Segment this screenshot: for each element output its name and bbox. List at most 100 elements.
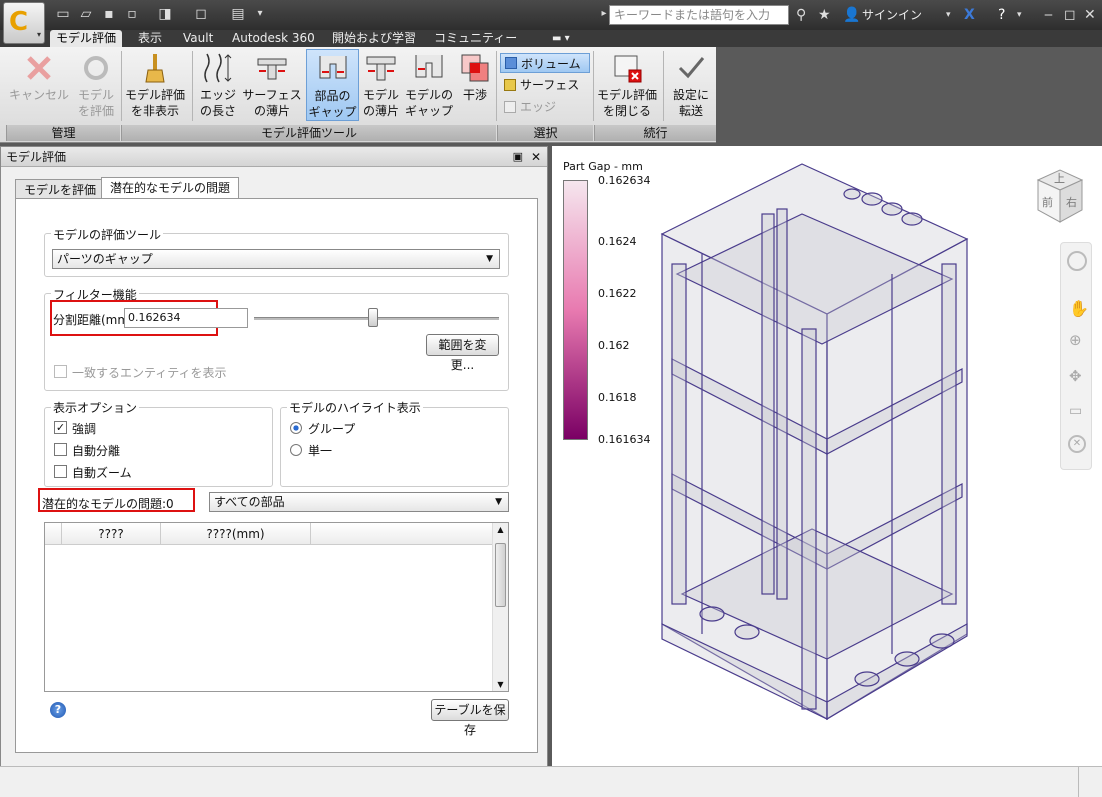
orbit-icon[interactable]: ✥: [1069, 367, 1082, 385]
tab-model-evaluation[interactable]: モデル評価: [50, 30, 123, 47]
legend-tick-3: 0.1622: [598, 287, 637, 300]
table-scrollbar[interactable]: ▲ ▼: [492, 523, 508, 691]
scroll-up-icon[interactable]: ▲: [493, 525, 508, 534]
properties-icon[interactable]: ▤: [230, 6, 246, 22]
model-thin-button[interactable]: モデル の薄片: [361, 49, 401, 121]
zoom-icon[interactable]: ⊕: [1069, 331, 1082, 349]
edge-length-icon: [204, 53, 232, 83]
parts-filter-select[interactable]: すべての部品 ▼: [209, 492, 509, 512]
part-icon[interactable]: ◨: [157, 6, 173, 22]
transfer-to-settings-button[interactable]: 設定に 転送: [668, 49, 714, 121]
legend-tick-1: 0.162634: [598, 174, 651, 187]
column-header-1[interactable]: ????: [61, 523, 161, 545]
panel-manage-label: 管理: [6, 125, 120, 141]
show-matching-label: 一致するエンティティを表示: [72, 366, 227, 380]
split-distance-input[interactable]: 0.162634: [124, 308, 248, 328]
split-distance-slider-thumb[interactable]: [367, 308, 378, 327]
minimize-icon[interactable]: ‒: [1044, 6, 1053, 24]
qat-dropdown-icon[interactable]: ▾: [252, 6, 268, 22]
model-thin-icon: [366, 56, 396, 81]
emphasis-checkbox[interactable]: ✓: [54, 421, 67, 434]
model-gap-icon: [415, 55, 443, 78]
ribbon-options-icon[interactable]: ▬ ▾: [546, 30, 576, 47]
evaluation-tool-title: モデルの評価ツール: [51, 226, 164, 243]
column-header-2[interactable]: ????(mm): [161, 523, 311, 545]
favorites-star-icon[interactable]: ★: [818, 6, 831, 24]
cancel-button[interactable]: キャンセル: [6, 49, 72, 121]
interference-icon: [461, 54, 489, 82]
save-as-icon[interactable]: ▫: [124, 6, 140, 22]
scroll-down-icon[interactable]: ▼: [493, 680, 508, 689]
part-gap-icon: [319, 56, 346, 79]
evaluate-model-button[interactable]: モデル を評価: [72, 49, 120, 121]
dropdown-arrow-icon: ▼: [486, 254, 493, 264]
legend-colorbar: [563, 180, 588, 440]
save-icon[interactable]: ▪: [101, 6, 117, 22]
tab-evaluate-model[interactable]: モデルを評価: [15, 179, 106, 199]
interference-button[interactable]: 干渉: [457, 49, 493, 121]
view-cube[interactable]: 上 前 右: [1030, 166, 1092, 226]
table-header: ???? ????(mm): [45, 523, 493, 545]
show-matching-checkbox[interactable]: [54, 365, 67, 378]
select-edge-button[interactable]: エッジ: [500, 97, 590, 117]
auto-separate-checkbox[interactable]: [54, 443, 67, 456]
signin-dropdown-icon[interactable]: ▾: [946, 6, 951, 24]
binoculars-icon[interactable]: ⚲: [796, 6, 806, 24]
part-gap-button[interactable]: 部品の ギャップ: [306, 49, 359, 121]
highlight-single-radio[interactable]: [290, 444, 302, 456]
auto-zoom-label: 自動ズーム: [72, 466, 132, 480]
save-table-button[interactable]: テーブルを保存: [431, 699, 509, 737]
scrollbar-thumb[interactable]: [495, 543, 506, 607]
tab-vault[interactable]: Vault: [177, 30, 219, 47]
panel-title: モデル評価: [6, 150, 67, 164]
tab-autodesk-360[interactable]: Autodesk 360: [226, 30, 321, 47]
select-volume-button[interactable]: ボリューム: [500, 53, 590, 73]
open-icon[interactable]: ▱: [78, 6, 94, 22]
float-panel-icon[interactable]: ▣: [513, 147, 523, 167]
tab-potential-issues[interactable]: 潜在的なモデルの問題: [101, 177, 240, 199]
application-menu-button[interactable]: C ▾: [3, 2, 45, 44]
model-gap-button[interactable]: モデルの ギャップ: [403, 49, 455, 121]
issues-table: ???? ????(mm) ▲ ▼: [44, 522, 509, 692]
search-input[interactable]: キーワードまたは語句を入力: [609, 5, 789, 25]
user-icon: 👤: [843, 7, 861, 23]
look-at-icon[interactable]: ▭: [1069, 403, 1082, 419]
close-evaluation-button[interactable]: モデル評価 を閉じる: [595, 49, 659, 121]
pan-hand-icon[interactable]: ✋: [1069, 299, 1089, 318]
auto-zoom-checkbox[interactable]: [54, 465, 67, 478]
highlight-group-radio[interactable]: [290, 422, 302, 434]
help-dropdown-icon[interactable]: ▾: [1017, 6, 1022, 24]
tab-view[interactable]: 表示: [132, 30, 168, 47]
signin-button[interactable]: サインイン: [862, 6, 922, 24]
cabinet-model[interactable]: [652, 154, 982, 729]
tab-community[interactable]: コミュニティー: [428, 30, 523, 47]
show-motion-icon[interactable]: ✕: [1068, 435, 1086, 453]
close-evaluation-icon: [614, 55, 642, 83]
view-cube-right[interactable]: 右: [1066, 194, 1077, 210]
chevron-down-icon: ▾: [36, 30, 41, 39]
view-cube-icon[interactable]: ◻: [193, 6, 209, 22]
graphics-viewport[interactable]: Part Gap - mm 0.162634 0.1624 0.1622 0.1…: [552, 146, 1102, 766]
evaluation-tool-select[interactable]: パーツのギャップ ▼: [52, 249, 500, 269]
legend-title: Part Gap - mm: [563, 160, 643, 173]
volume-icon: [505, 57, 517, 69]
hide-evaluation-button[interactable]: モデル評価 を非表示: [123, 49, 187, 121]
edge-length-button[interactable]: エッジ の長さ: [197, 49, 239, 121]
close-window-icon[interactable]: ✕: [1084, 6, 1096, 24]
tab-getting-started[interactable]: 開始および学習: [326, 30, 422, 47]
exchange-apps-icon[interactable]: X: [964, 6, 975, 24]
highlight-single-label: 単一: [308, 444, 333, 458]
help-icon[interactable]: ?: [50, 702, 66, 718]
steering-wheel-icon[interactable]: [1067, 251, 1087, 271]
close-panel-icon[interactable]: ✕: [531, 147, 541, 167]
view-cube-front[interactable]: 前: [1042, 194, 1053, 210]
view-cube-top[interactable]: 上: [1054, 170, 1065, 186]
new-icon[interactable]: ▭: [55, 6, 71, 22]
restore-icon[interactable]: ◻: [1064, 6, 1076, 24]
select-surface-button[interactable]: サーフェス: [500, 75, 590, 95]
panel-tools-label: モデル評価ツール: [121, 125, 496, 141]
surface-thin-button[interactable]: サーフェス の薄片: [240, 49, 304, 121]
help-icon[interactable]: ?: [998, 6, 1005, 24]
change-range-button[interactable]: 範囲を変更...: [426, 334, 499, 372]
tab-content: モデルの評価ツール パーツのギャップ ▼ フィルター機能 分割距離(mm) 0.1…: [15, 198, 538, 753]
